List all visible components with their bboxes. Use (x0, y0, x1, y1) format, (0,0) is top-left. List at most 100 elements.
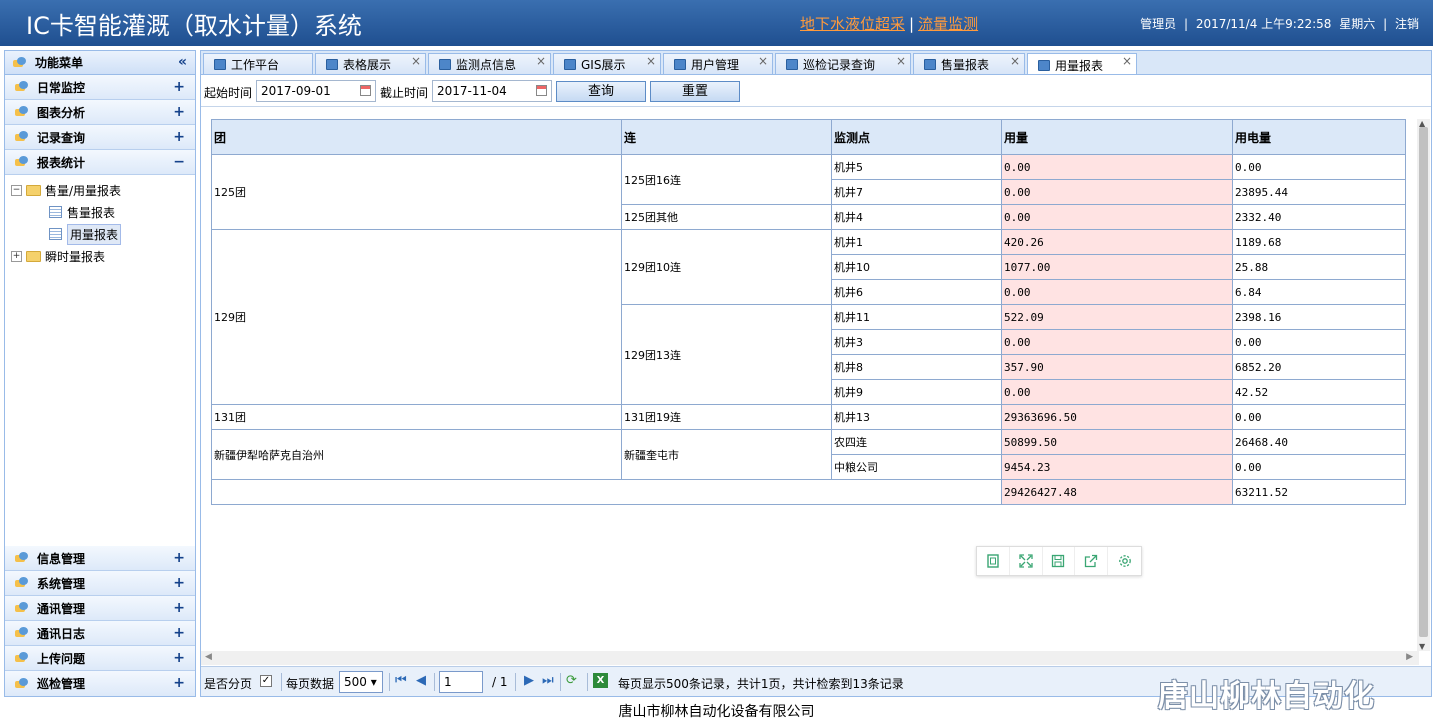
share-icon[interactable] (1075, 547, 1109, 575)
header-links: 地下水液位超采 | 流量监测 (800, 15, 979, 33)
end-date-input[interactable]: 2017-11-04 (432, 80, 552, 102)
power-cell: 26468.40 (1232, 429, 1406, 455)
close-icon[interactable]: × (536, 54, 546, 68)
content-panel: 起始时间 2017-09-01 截止时间 2017-11-04 查询 重置 团 … (200, 74, 1432, 697)
groundwater-link[interactable]: 地下水液位超采 (800, 15, 905, 33)
fullscreen-icon[interactable] (1010, 547, 1043, 575)
monitor-point-cell: 机井9 (831, 379, 1002, 405)
collapse-sidebar-icon[interactable]: « (178, 54, 187, 70)
monitor-point-cell: 机井10 (831, 254, 1002, 280)
query-button[interactable]: 查询 (556, 81, 646, 102)
column-header-monitor-point[interactable]: 监测点 (831, 119, 1002, 155)
expand-icon[interactable]: + (173, 104, 185, 120)
tab-icon (674, 59, 686, 70)
tab-gis[interactable]: GIS展示 × (553, 53, 661, 75)
monitor-point-cell: 机井7 (831, 179, 1002, 205)
next-page-icon[interactable]: ▶ (524, 673, 534, 688)
tab-user-manage[interactable]: 用户管理 × (663, 53, 773, 75)
monitor-point-cell: 机井6 (831, 279, 1002, 305)
tree-item-usage-report[interactable]: 用量报表 (5, 223, 195, 245)
flow-monitor-link[interactable]: 流量监测 (918, 15, 978, 33)
paging-checkbox[interactable]: ✓ (260, 675, 272, 687)
folder-open-icon (26, 184, 41, 196)
tree-folder-instant-report[interactable]: + 瞬时量报表 (5, 245, 195, 267)
tab-workbench[interactable]: 工作平台 (203, 53, 313, 75)
menu-group-icon (15, 602, 29, 614)
tab-usage-report[interactable]: 用量报表 × (1027, 53, 1137, 76)
collapse-icon[interactable]: − (173, 154, 185, 170)
total-label-cell (211, 479, 1002, 505)
settings-icon[interactable] (1108, 547, 1141, 575)
close-icon[interactable]: × (646, 54, 656, 68)
sidebar-item-inspection-manage[interactable]: 巡检管理 + (5, 671, 195, 696)
table-row: 129团 129团10连 机井1 420.26 1189.68 (211, 229, 1406, 405)
expand-icon[interactable]: + (173, 675, 185, 691)
expand-icon[interactable]: + (173, 650, 185, 666)
sidebar-item-upload-issue[interactable]: 上传问题 + (5, 646, 195, 671)
end-time-label: 截止时间 (380, 86, 429, 100)
export-excel-icon[interactable]: X (593, 673, 608, 688)
sidebar-item-system-manage[interactable]: 系统管理 + (5, 571, 195, 596)
tab-inspection-query[interactable]: 巡检记录查询 × (775, 53, 911, 75)
tree-item-sales-report[interactable]: 售量报表 (5, 201, 195, 223)
page-number-input[interactable]: 1 (439, 671, 483, 693)
refresh-icon[interactable]: ⟳ (566, 673, 577, 688)
sidebar-item-chart-analysis[interactable]: 图表分析 + (5, 100, 195, 125)
calendar-icon[interactable] (360, 85, 371, 96)
monitor-point-cell: 机井5 (831, 154, 1002, 180)
sidebar-item-comm-manage[interactable]: 通讯管理 + (5, 596, 195, 621)
expand-icon[interactable]: + (173, 550, 185, 566)
close-icon[interactable]: × (411, 54, 421, 68)
scroll-right-icon[interactable]: ▶ (1406, 652, 1413, 662)
calendar-icon[interactable] (536, 85, 547, 96)
monitor-point-cell: 机井8 (831, 354, 1002, 380)
tab-monitor-point-info[interactable]: 监测点信息 × (428, 53, 551, 75)
close-icon[interactable]: × (1010, 54, 1020, 68)
power-cell: 23895.44 (1232, 179, 1406, 205)
prev-page-icon[interactable]: ◀ (416, 673, 426, 688)
close-icon[interactable]: × (1122, 54, 1132, 68)
scroll-down-icon[interactable]: ▼ (1419, 642, 1425, 651)
company-cell: 125团其他 (621, 204, 832, 230)
sidebar-item-record-query[interactable]: 记录查询 + (5, 125, 195, 150)
first-page-icon[interactable]: ⏮ (395, 673, 407, 688)
company-cell: 129团10连 (621, 229, 832, 305)
reset-button[interactable]: 重置 (650, 81, 740, 102)
expand-icon[interactable]: + (173, 79, 185, 95)
close-icon[interactable]: × (758, 54, 768, 68)
column-header-power-usage[interactable]: 用电量 (1232, 119, 1406, 155)
scroll-left-icon[interactable]: ◀ (205, 652, 212, 662)
sidebar-item-comm-log[interactable]: 通讯日志 + (5, 621, 195, 646)
last-page-icon[interactable]: ⏭ (542, 673, 554, 688)
horizontal-scrollbar[interactable]: ◀ ▶ (201, 651, 1419, 665)
close-icon[interactable]: × (896, 54, 906, 68)
tree-collapse-icon[interactable]: − (11, 184, 22, 196)
sidebar-item-info-manage[interactable]: 信息管理 + (5, 546, 195, 571)
usage-table: 团 连 监测点 用量 用电量 125团 125团16连 机井5 0.00 0.0… (211, 119, 1406, 505)
save-icon[interactable] (1043, 547, 1076, 575)
column-header-usage[interactable]: 用量 (1001, 119, 1233, 155)
sidebar-item-daily-monitor[interactable]: 日常监控 + (5, 75, 195, 100)
tree-folder-sales-usage[interactable]: − 售量/用量报表 (5, 179, 195, 201)
monitor-point-cell: 机井4 (831, 204, 1002, 230)
menu-group-icon (15, 577, 29, 589)
sidebar-item-report-stats[interactable]: 报表统计 − (5, 150, 195, 175)
monitor-point-cell: 机井13 (831, 404, 1002, 430)
menu-icon (13, 56, 27, 69)
column-header-company[interactable]: 连 (621, 119, 832, 155)
scrollbar-thumb[interactable] (1419, 127, 1428, 637)
tab-table-view[interactable]: 表格展示 × (315, 53, 426, 75)
expand-icon[interactable]: + (173, 129, 185, 145)
tab-icon (1038, 59, 1050, 71)
tree-expand-icon[interactable]: + (11, 250, 22, 262)
column-header-regiment[interactable]: 团 (211, 119, 622, 155)
start-date-input[interactable]: 2017-09-01 (256, 80, 376, 102)
expand-icon[interactable]: + (173, 625, 185, 641)
copy-icon[interactable] (977, 547, 1010, 575)
per-page-select[interactable]: 500 ▾ (339, 671, 383, 693)
expand-icon[interactable]: + (173, 575, 185, 591)
vertical-scrollbar[interactable]: ▲ ▼ (1417, 119, 1430, 651)
tab-sales-report[interactable]: 售量报表 × (913, 53, 1025, 75)
logout-link[interactable]: 注销 (1395, 17, 1419, 31)
expand-icon[interactable]: + (173, 600, 185, 616)
